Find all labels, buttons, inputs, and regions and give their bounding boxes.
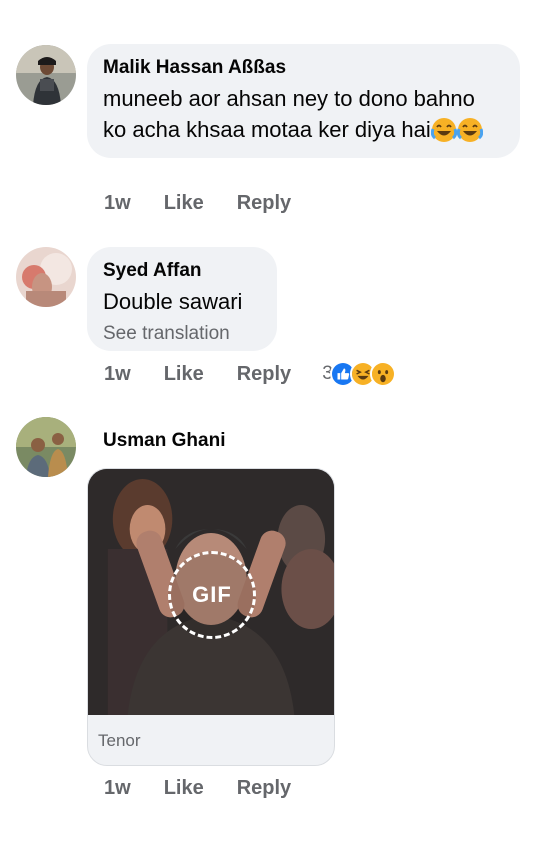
comment-timestamp[interactable]: 1w [104, 192, 131, 215]
face-with-tears-of-joy-icon [456, 117, 483, 143]
gif-source-label[interactable]: Tenor [88, 715, 334, 751]
comment-bubble: Syed Affan Double sawari See translation [87, 247, 277, 351]
wow-reaction-icon [369, 361, 396, 387]
avatar-photo-icon [16, 417, 76, 477]
gif-play-badge[interactable]: GIF [168, 551, 256, 639]
reaction-summary[interactable]: 3 [322, 361, 396, 387]
like-button[interactable]: Like [164, 777, 204, 800]
avatar[interactable] [16, 45, 76, 105]
comment-text: Double sawari [103, 289, 243, 314]
comment-bubble: Malik Hassan Aßßas muneeb aor ahsan ney … [87, 44, 520, 158]
face-with-tears-of-joy-icon [430, 117, 457, 143]
gif-attachment[interactable]: GIF Tenor [87, 468, 335, 766]
comment-author[interactable]: Usman Ghani [103, 429, 225, 453]
gif-image[interactable]: GIF [88, 469, 334, 715]
comment-timestamp[interactable]: 1w [104, 363, 131, 386]
comment-text: muneeb aor ahsan ney to dono bahno ko ac… [103, 83, 504, 145]
comment-actions: 1w Like Reply [104, 192, 324, 215]
comment-author[interactable]: Malik Hassan Aßßas [103, 56, 504, 80]
avatar[interactable] [16, 417, 76, 477]
comment-author[interactable]: Syed Affan [103, 259, 261, 283]
like-button[interactable]: Like [164, 192, 204, 215]
comment-timestamp[interactable]: 1w [104, 777, 131, 800]
reply-button[interactable]: Reply [237, 192, 291, 215]
reply-button[interactable]: Reply [237, 777, 291, 800]
comment-actions: 1w Like Reply 3 [104, 361, 396, 387]
comment-actions: 1w Like Reply [104, 777, 324, 800]
see-translation-link[interactable]: See translation [103, 322, 261, 346]
reply-button[interactable]: Reply [237, 363, 291, 386]
avatar[interactable] [16, 247, 76, 307]
like-button[interactable]: Like [164, 363, 204, 386]
avatar-photo-icon [16, 247, 76, 307]
avatar-photo-icon [16, 45, 76, 105]
